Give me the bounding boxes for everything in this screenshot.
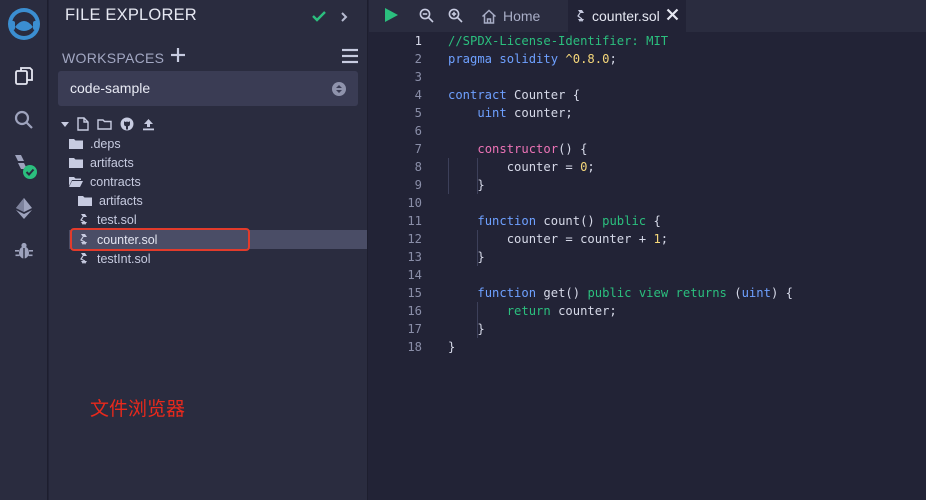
tree-item-label: artifacts (90, 155, 134, 170)
tree-item-label: test.sol (97, 212, 137, 227)
workspace-select-value: code-sample (70, 80, 151, 96)
code-line: counter = 0; (448, 160, 595, 174)
code-line: } (448, 340, 456, 354)
tab-home-label: Home (503, 8, 541, 24)
folder-open-icon (69, 177, 83, 187)
line-number: 16 (407, 304, 422, 318)
highlight-box (70, 228, 250, 251)
tree-item-label: artifacts (99, 193, 143, 208)
code-line: //SPDX-License-Identifier: MIT (448, 34, 669, 48)
code-line: } (448, 322, 485, 336)
upload-icon[interactable] (142, 118, 155, 131)
annotation-label: 文件浏览器 (90, 398, 186, 420)
line-number: 4 (414, 88, 422, 102)
line-number: 1 (414, 34, 422, 48)
close-icon[interactable] (666, 8, 679, 24)
tree-item-label: contracts (90, 174, 141, 189)
line-number: 6 (414, 124, 422, 138)
collapse-caret-icon[interactable] (61, 120, 69, 128)
code-line: uint counter; (477, 106, 573, 120)
solidity-file-icon (80, 214, 87, 225)
tree-item-deps[interactable]: .deps (69, 134, 121, 153)
remix-logo-icon[interactable] (0, 4, 48, 44)
code-line: contract Counter { (448, 88, 581, 102)
github-icon[interactable] (120, 117, 134, 131)
new-file-icon[interactable] (77, 117, 89, 131)
hamburger-menu-icon[interactable] (341, 48, 359, 68)
line-number: 18 (407, 340, 422, 354)
line-number: 15 (407, 286, 422, 300)
tree-item-contracts[interactable]: contracts (69, 172, 141, 191)
run-icon[interactable] (383, 7, 399, 27)
icon-bar (0, 0, 48, 500)
code-line: constructor() { (477, 142, 588, 156)
zoom-in-icon[interactable] (448, 8, 463, 27)
solidity-file-icon (80, 253, 87, 264)
line-number: 3 (414, 70, 422, 84)
code-line: function count() public { (477, 214, 661, 228)
code-line: return counter; (506, 304, 617, 318)
code-line: counter = counter + 1; (448, 232, 669, 246)
tab-home[interactable]: Home (481, 0, 540, 32)
new-folder-icon[interactable] (97, 118, 112, 130)
deploy-run-icon[interactable] (0, 196, 48, 220)
line-number: 14 (407, 268, 422, 282)
select-caret-icon (332, 81, 346, 100)
file-explorer-icon[interactable] (0, 64, 48, 88)
line-number: 7 (414, 142, 422, 156)
zoom-out-icon[interactable] (419, 8, 434, 27)
file-tree-toolbar (61, 115, 163, 133)
editor-tab-bar: Home counter.sol (369, 0, 926, 32)
workspaces-label: WORKSPACES (62, 50, 165, 66)
home-icon (481, 8, 497, 24)
line-number: 8 (414, 160, 422, 174)
check-icon[interactable] (311, 8, 327, 27)
folder-icon (78, 196, 92, 206)
tree-item-artifacts[interactable]: artifacts (69, 153, 134, 172)
solidity-file-icon (577, 10, 584, 22)
tab-counter-sol[interactable]: counter.sol (568, 0, 686, 32)
code-line: function get() public view returns (uint… (477, 286, 793, 300)
line-number: 12 (407, 232, 422, 246)
tree-item-testint-sol[interactable]: testInt.sol (78, 249, 151, 268)
line-number: 5 (414, 106, 422, 120)
debugger-icon[interactable] (0, 240, 48, 262)
solidity-compiler-icon[interactable] (0, 150, 48, 182)
folder-icon (69, 139, 83, 149)
line-number: 17 (407, 322, 422, 336)
line-number: 2 (414, 52, 422, 66)
line-number: 10 (407, 196, 422, 210)
tab-active-label: counter.sol (592, 8, 660, 24)
file-explorer-panel: FILE EXPLORER WORKSPACES code-sample .de… (49, 0, 368, 500)
workspace-select[interactable]: code-sample (58, 71, 358, 106)
code-line: } (448, 178, 485, 192)
panel-title: FILE EXPLORER (65, 6, 197, 24)
code-line: pragma solidity ^0.8.0; (448, 52, 617, 66)
tree-item-label: .deps (90, 136, 121, 151)
line-number: 11 (407, 214, 422, 228)
line-number: 9 (414, 178, 422, 192)
folder-icon (69, 158, 83, 168)
code-editor[interactable]: 1 2 3 4 5 6 7 8 9 10 11 12 13 14 15 16 1… (369, 32, 926, 500)
tree-item-contracts-artifacts[interactable]: artifacts (78, 191, 143, 210)
chevron-right-icon[interactable] (339, 9, 349, 28)
tree-item-test-sol[interactable]: test.sol (78, 210, 137, 229)
search-icon[interactable] (0, 108, 48, 132)
code-line: } (448, 250, 485, 264)
add-workspace-icon[interactable] (169, 46, 187, 68)
line-number: 13 (407, 250, 422, 264)
tree-item-label: testInt.sol (97, 251, 151, 266)
